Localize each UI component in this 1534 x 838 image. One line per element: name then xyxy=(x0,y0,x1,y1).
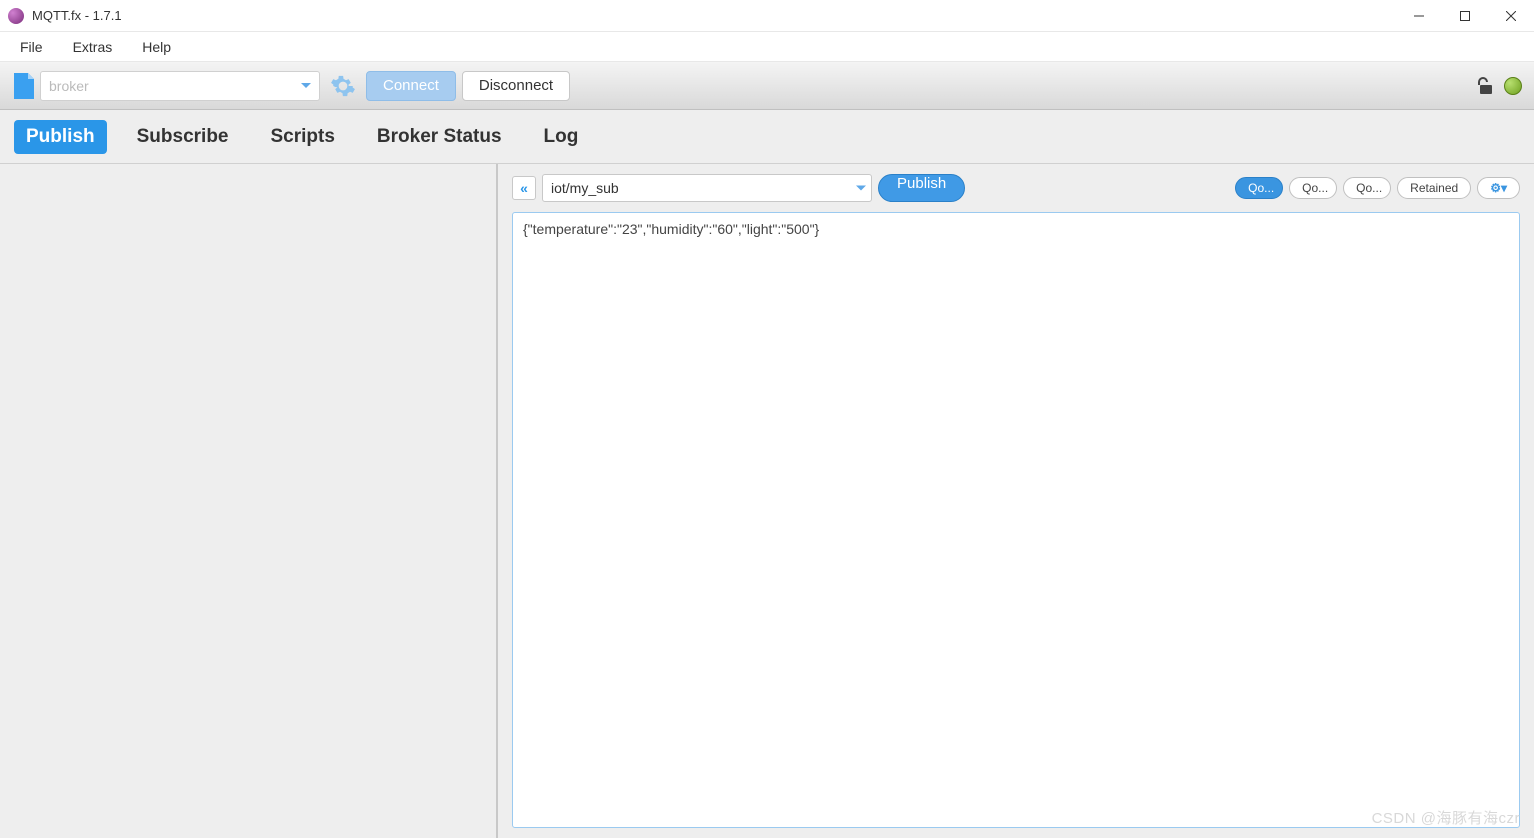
tab-scripts[interactable]: Scripts xyxy=(259,120,347,154)
publish-settings-button[interactable]: ⚙▾ xyxy=(1477,177,1520,199)
titlebar: MQTT.fx - 1.7.1 xyxy=(0,0,1534,32)
maximize-button[interactable] xyxy=(1442,0,1488,32)
publish-controls-row: « Publish Qo... Qo... Qo... Retained ⚙▾ xyxy=(512,174,1520,202)
menu-extras[interactable]: Extras xyxy=(67,35,119,59)
topic-input[interactable] xyxy=(542,174,872,202)
qos2-button[interactable]: Qo... xyxy=(1343,177,1391,199)
connect-button[interactable]: Connect xyxy=(366,71,456,101)
qos1-button[interactable]: Qo... xyxy=(1289,177,1337,199)
profile-placeholder: broker xyxy=(49,78,89,94)
tab-publish[interactable]: Publish xyxy=(14,120,107,154)
collapse-button[interactable]: « xyxy=(512,176,536,200)
retained-button[interactable]: Retained xyxy=(1397,177,1471,199)
tab-log[interactable]: Log xyxy=(532,120,591,154)
app-icon xyxy=(8,8,24,24)
menu-file[interactable]: File xyxy=(14,35,49,59)
minimize-button[interactable] xyxy=(1396,0,1442,32)
disconnect-button[interactable]: Disconnect xyxy=(462,71,570,101)
connection-bar: broker Connect Disconnect xyxy=(0,62,1534,110)
unlock-icon xyxy=(1476,76,1496,96)
tab-subscribe[interactable]: Subscribe xyxy=(125,120,241,154)
publish-panel: « Publish Qo... Qo... Qo... Retained ⚙▾ xyxy=(498,164,1534,838)
menubar: File Extras Help xyxy=(0,32,1534,62)
window-title: MQTT.fx - 1.7.1 xyxy=(32,8,1396,23)
connection-status-area xyxy=(1476,76,1522,96)
file-icon xyxy=(12,73,34,99)
topic-input-wrapper xyxy=(542,174,872,202)
left-panel xyxy=(0,164,498,838)
gear-icon[interactable] xyxy=(328,71,358,101)
tab-broker-status[interactable]: Broker Status xyxy=(365,120,514,154)
tabs-bar: Publish Subscribe Scripts Broker Status … xyxy=(0,110,1534,164)
close-button[interactable] xyxy=(1488,0,1534,32)
publish-button[interactable]: Publish xyxy=(878,174,965,202)
window-controls xyxy=(1396,0,1534,32)
menu-help[interactable]: Help xyxy=(136,35,177,59)
qos0-button[interactable]: Qo... xyxy=(1235,177,1283,199)
payload-textarea[interactable] xyxy=(512,212,1520,828)
main-content: « Publish Qo... Qo... Qo... Retained ⚙▾ xyxy=(0,164,1534,838)
connection-status-indicator xyxy=(1504,77,1522,95)
profile-select[interactable]: broker xyxy=(40,71,320,101)
